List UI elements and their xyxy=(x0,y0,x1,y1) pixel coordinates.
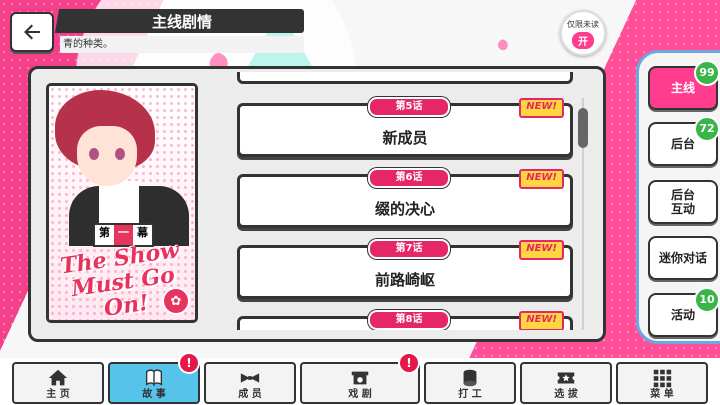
episode-partial-top xyxy=(237,72,573,84)
act-number: 一 xyxy=(114,225,133,245)
count-badge: 99 xyxy=(694,60,720,86)
episode-title: 新成员 xyxy=(382,129,428,147)
nav-label: 打 工 xyxy=(458,389,482,400)
episode-item[interactable]: 第6话 NEW! 缀的决心 xyxy=(237,168,573,228)
episode-title: 缀的决心 xyxy=(374,200,435,218)
act-cover-card[interactable]: 第 一 幕 The Show Must Go On! ✿ xyxy=(46,83,198,323)
bowtie-icon xyxy=(240,373,260,383)
character-eye xyxy=(89,148,99,160)
episode-number: 第5话 xyxy=(368,97,450,117)
nav-audition[interactable]: 选 拔 xyxy=(520,362,612,404)
new-badge: NEW! xyxy=(519,311,564,330)
episode-number: 第7话 xyxy=(368,239,450,259)
grid-menu-icon xyxy=(653,369,672,388)
episode-item[interactable]: 第5话 NEW! 新成员 xyxy=(237,97,573,157)
back-button[interactable] xyxy=(10,12,54,52)
episode-number: 第8话 xyxy=(368,310,450,330)
page-title: 主线剧情 xyxy=(60,9,304,33)
nav-label: 戏 剧 xyxy=(348,389,372,400)
sidebar-item-label: 迷你对话 xyxy=(658,251,707,265)
new-badge: NEW! xyxy=(519,240,564,260)
count-badge: 72 xyxy=(694,116,720,142)
sidebar-item-label: 后台 xyxy=(670,137,695,151)
episode-list[interactable]: 第5话 NEW! 新成员 第6话 NEW! 缀的决心 第7话 NEW! 前路崎岖… xyxy=(215,72,593,330)
sidebar-item-label: 活动 xyxy=(670,308,695,322)
back-arrow-icon xyxy=(24,24,40,40)
sidebar-item-main-story[interactable]: 主线 99 xyxy=(648,60,720,110)
nav-label: 故 事 xyxy=(142,389,166,400)
nav-menu[interactable]: 菜 单 xyxy=(616,362,708,404)
new-badge: NEW! xyxy=(519,98,564,118)
ticket-icon xyxy=(557,372,575,384)
nav-home[interactable]: 主 页 xyxy=(12,362,104,404)
episode-title: 前路崎岖 xyxy=(374,271,435,289)
story-alert-badge: ! xyxy=(178,352,200,374)
book-icon xyxy=(145,369,163,387)
act-prefix: 第 xyxy=(99,226,110,239)
coins-icon xyxy=(463,369,477,387)
unread-toggle-state: 开 xyxy=(572,32,594,49)
theater-alert-badge: ! xyxy=(398,352,420,374)
nav-members[interactable]: 成 员 xyxy=(204,362,296,404)
nav-label: 选 拔 xyxy=(554,389,578,400)
sidebar-item-backstage-interaction[interactable]: 后台 互动 xyxy=(648,180,718,224)
character-eye xyxy=(115,148,125,160)
sidebar-item-event[interactable]: 活动 10 xyxy=(648,287,720,337)
nav-label: 成 员 xyxy=(238,389,262,400)
sidebar-item-mini-talk[interactable]: 迷你对话 xyxy=(648,236,718,280)
episode-number: 第6话 xyxy=(368,168,450,188)
sidebar-item-label: 主线 xyxy=(670,81,695,95)
nav-work[interactable]: 打 工 xyxy=(424,362,516,404)
nav-label: 菜 单 xyxy=(650,389,674,400)
episode-scrollbar[interactable] xyxy=(578,98,588,330)
nav-label: 主 页 xyxy=(46,389,70,400)
unread-toggle-label: 仅限未读 xyxy=(567,20,599,29)
page-subtitle: 青的种类。 xyxy=(60,36,304,53)
count-badge: 10 xyxy=(694,287,720,313)
theater-icon xyxy=(351,371,369,385)
home-icon xyxy=(48,369,68,386)
scroll-thumb[interactable] xyxy=(578,108,588,148)
sidebar-item-label: 后台 互动 xyxy=(670,188,695,216)
new-badge: NEW! xyxy=(519,169,564,189)
flower-emblem-icon: ✿ xyxy=(162,287,190,315)
sidebar-item-backstage[interactable]: 后台 72 xyxy=(648,116,720,166)
unread-only-toggle[interactable]: 仅限未读 开 xyxy=(560,10,606,56)
episode-item[interactable]: 第8话 NEW! xyxy=(237,310,573,330)
character-face xyxy=(77,126,137,186)
episode-item[interactable]: 第7话 NEW! 前路崎岖 xyxy=(237,239,573,299)
